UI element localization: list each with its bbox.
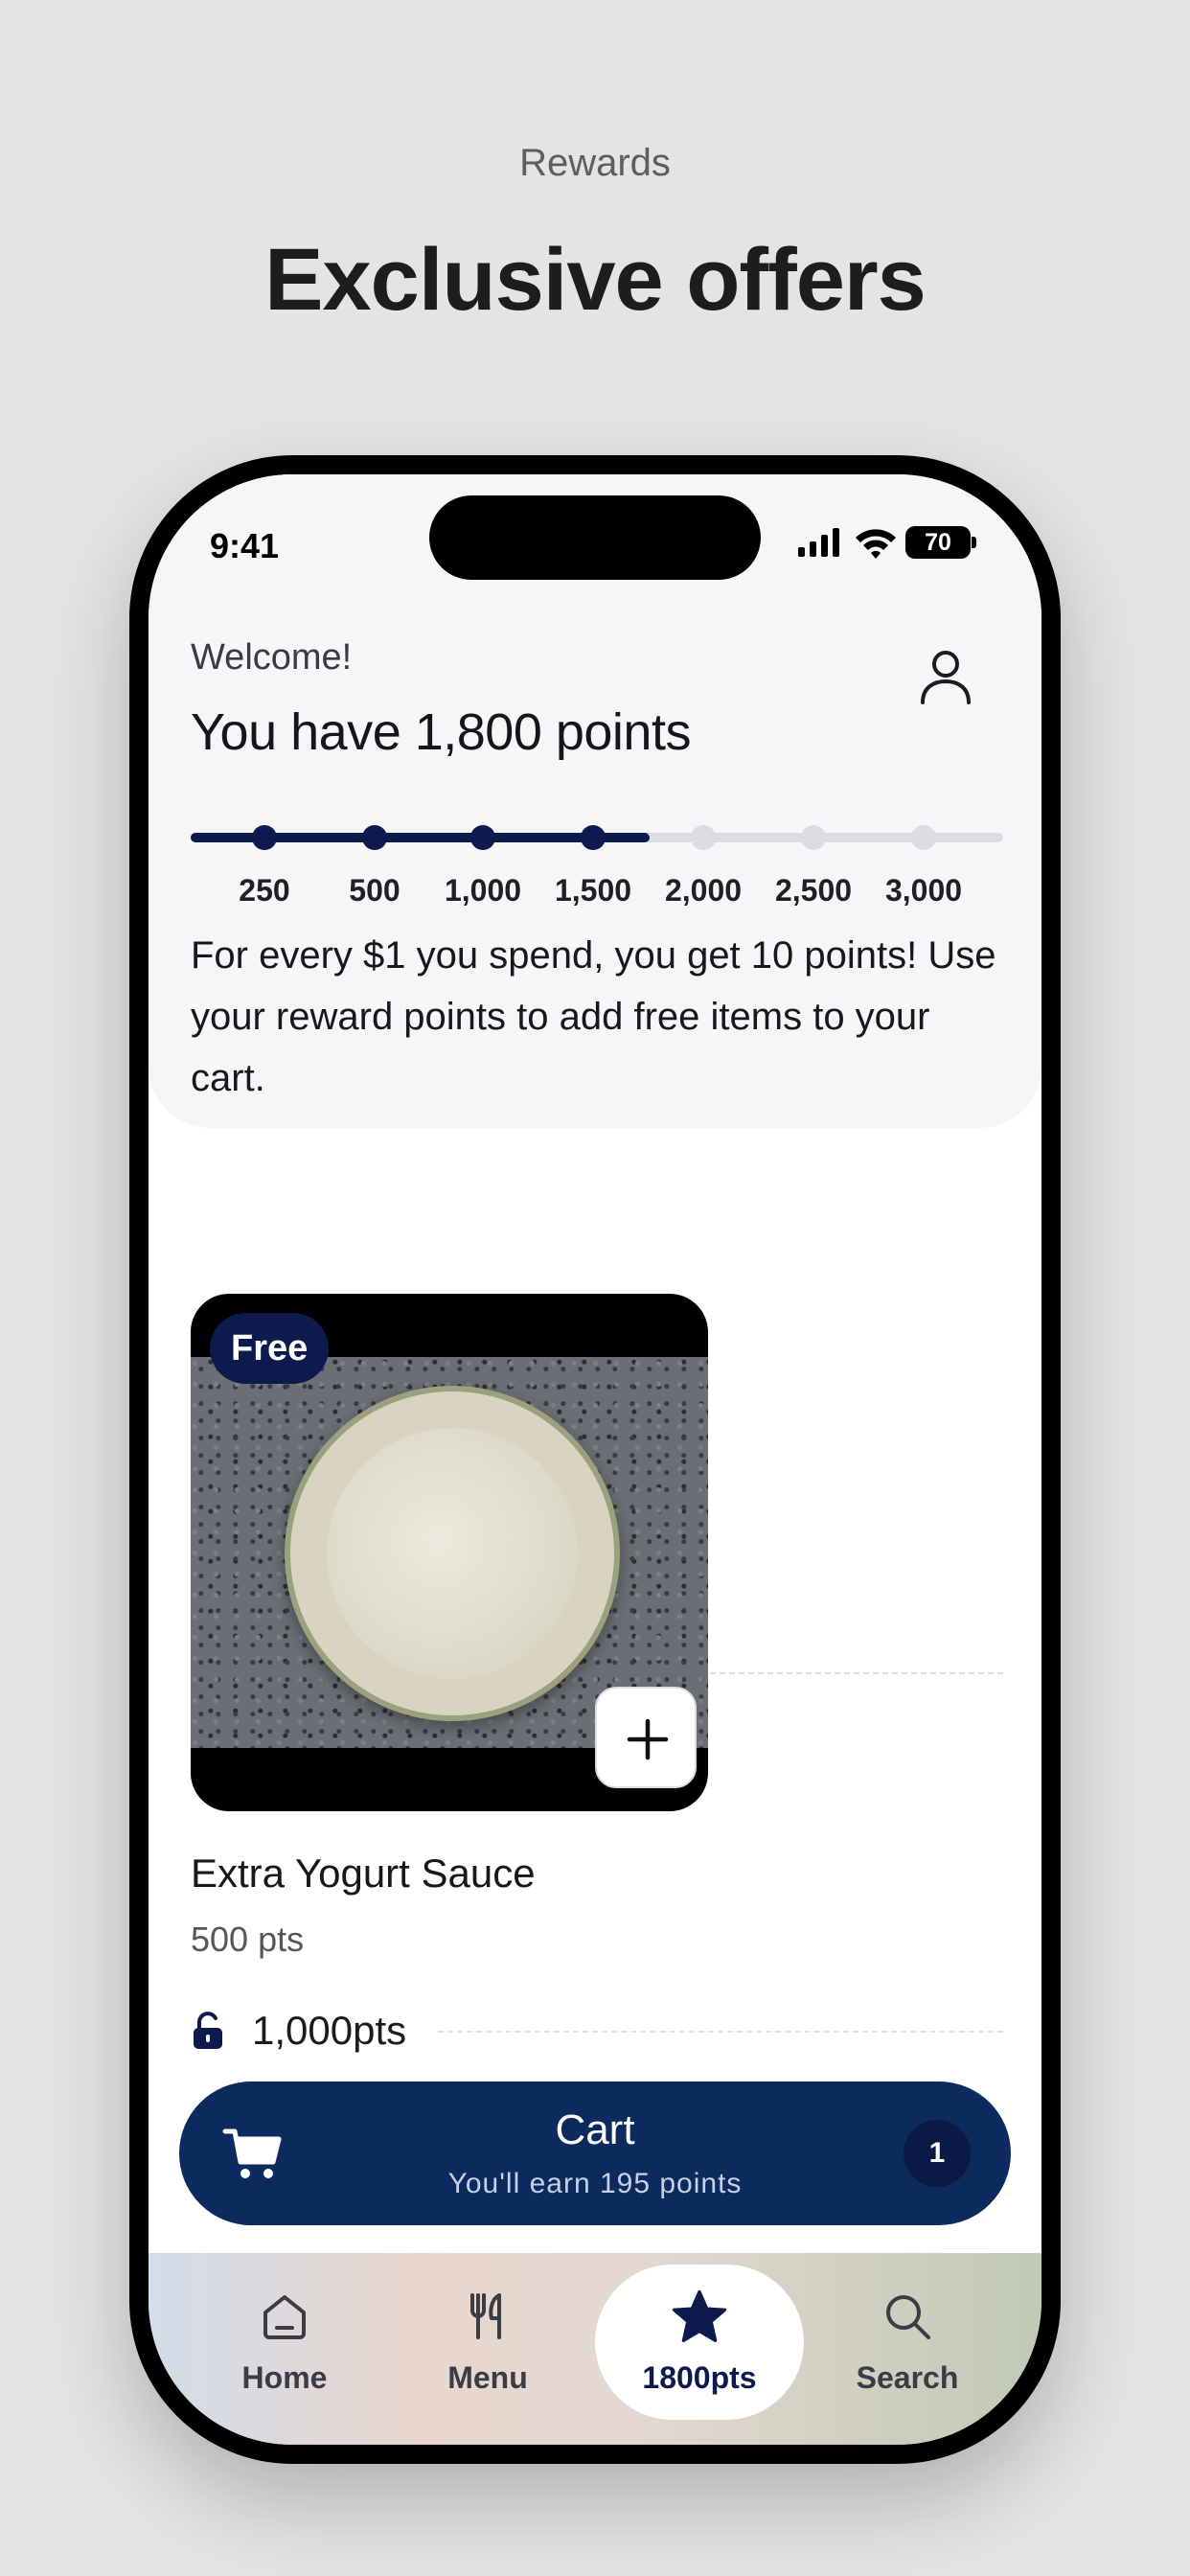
cart-title: Cart <box>555 2106 635 2153</box>
star-icon <box>672 2289 727 2343</box>
milestone: 1,500 <box>536 814 651 929</box>
profile-icon[interactable] <box>915 645 976 706</box>
milestone-dot <box>801 825 826 850</box>
nav-rewards-label: 1800pts <box>642 2360 757 2395</box>
product-price: 500 pts <box>191 1920 305 1959</box>
milestone-label: 3,000 <box>884 873 963 908</box>
battery-nub <box>972 537 976 548</box>
milestone-label: 500 <box>349 873 400 908</box>
nav-rewards[interactable]: 1800pts <box>595 2265 804 2420</box>
free-badge: Free <box>210 1313 330 1384</box>
add-to-cart-button[interactable] <box>595 1687 697 1788</box>
welcome-text: Welcome! <box>191 637 353 678</box>
phone-frame: Welcome! You have 1,800 points 250 500 1… <box>129 455 1061 2464</box>
signal-icon <box>798 528 839 557</box>
nav-search[interactable]: Search <box>812 2253 1003 2416</box>
points-progress: 250 500 1,000 1,500 2,000 2,500 3,000 <box>191 814 1003 929</box>
cart-count-badge: 1 <box>904 2120 971 2187</box>
bottom-nav: Home Menu 1800pts Search <box>149 2253 1041 2445</box>
battery-icon: 70 <box>905 526 976 559</box>
status-time: 9:41 <box>210 526 280 565</box>
unlock-icon <box>194 2012 222 2049</box>
nav-search-label: Search <box>856 2360 959 2395</box>
phone-screen: Welcome! You have 1,800 points 250 500 1… <box>149 474 1041 2445</box>
milestone-dot <box>581 825 606 850</box>
milestone: 3,000 <box>866 814 981 929</box>
nav-menu[interactable]: Menu <box>392 2253 584 2416</box>
milestone-dot <box>362 825 387 850</box>
milestone-dot <box>252 825 277 850</box>
cart-earn-text: You'll earn 195 points <box>447 2168 743 2199</box>
milestone-dot <box>911 825 936 850</box>
tier-label: 1,000pts <box>252 2008 407 2053</box>
reward-tier-1000: 1,000pts <box>191 2002 1003 2059</box>
product-name: Extra Yogurt Sauce <box>191 1851 536 1896</box>
milestone: 500 <box>317 814 432 929</box>
points-info-text: For every $1 you spend, you get 10 point… <box>191 934 996 1099</box>
milestone-label: 2,000 <box>664 873 743 908</box>
home-icon <box>263 2295 306 2339</box>
nav-home-label: Home <box>241 2360 328 2395</box>
milestone-label: 2,500 <box>774 873 853 908</box>
nav-menu-label: Menu <box>447 2360 528 2395</box>
milestone-label: 1,500 <box>554 873 632 908</box>
sauce-bowl-image <box>285 1386 620 1721</box>
battery-level: 70 <box>905 526 971 559</box>
points-balance-title: You have 1,800 points <box>191 703 691 761</box>
milestone-dot <box>470 825 495 850</box>
milestone-label: 1,000 <box>444 873 522 908</box>
milestone-label: 250 <box>239 873 290 908</box>
dynamic-island <box>429 495 761 580</box>
utensils-icon <box>470 2293 501 2339</box>
search-icon <box>886 2295 930 2339</box>
nav-home[interactable]: Home <box>189 2253 380 2416</box>
milestone: 250 <box>207 814 322 929</box>
tier-divider <box>438 2031 1003 2033</box>
milestone: 2,500 <box>756 814 871 929</box>
cart-button[interactable]: Cart You'll earn 195 points 1 <box>179 2082 1011 2225</box>
sauce-bowl-contents <box>327 1428 578 1679</box>
hero-eyebrow: Rewards <box>519 142 671 184</box>
milestone: 2,000 <box>646 814 761 929</box>
plus-icon <box>627 1718 669 1760</box>
wifi-icon <box>856 529 896 559</box>
reward-product-card[interactable]: Free <box>191 1294 708 1811</box>
milestone-dot <box>691 825 716 850</box>
milestone: 1,000 <box>425 814 540 929</box>
hero-title: Exclusive offers <box>264 231 927 329</box>
